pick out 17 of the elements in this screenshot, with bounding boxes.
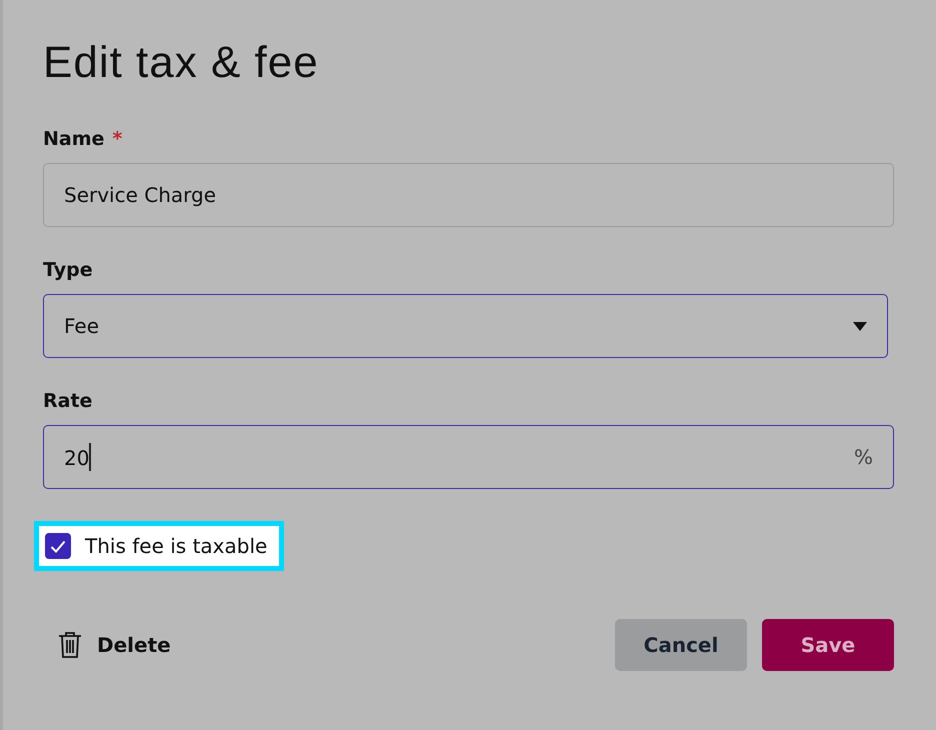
field-label: Name [43, 128, 104, 150]
taxable-checkbox[interactable] [45, 533, 71, 559]
cancel-button[interactable]: Cancel [615, 619, 747, 671]
dialog-title: Edit tax & fee [43, 38, 320, 88]
percent-suffix: % [854, 445, 873, 469]
field-label: Type [43, 259, 93, 281]
required-mark: * [112, 128, 122, 150]
type-dropdown[interactable]: Fee [43, 294, 888, 358]
rate-field[interactable]: 20 % [43, 425, 894, 489]
caret-icon [853, 322, 867, 330]
save-button[interactable]: Save [762, 619, 894, 671]
field-label: Rate [43, 390, 92, 412]
checkbox-label: This fee is taxable [85, 534, 268, 558]
checkmark-icon [50, 540, 66, 552]
trash-icon [57, 631, 83, 659]
name-field[interactable]: Service Charge [43, 163, 894, 227]
delete-button[interactable]: Delete [43, 631, 171, 659]
